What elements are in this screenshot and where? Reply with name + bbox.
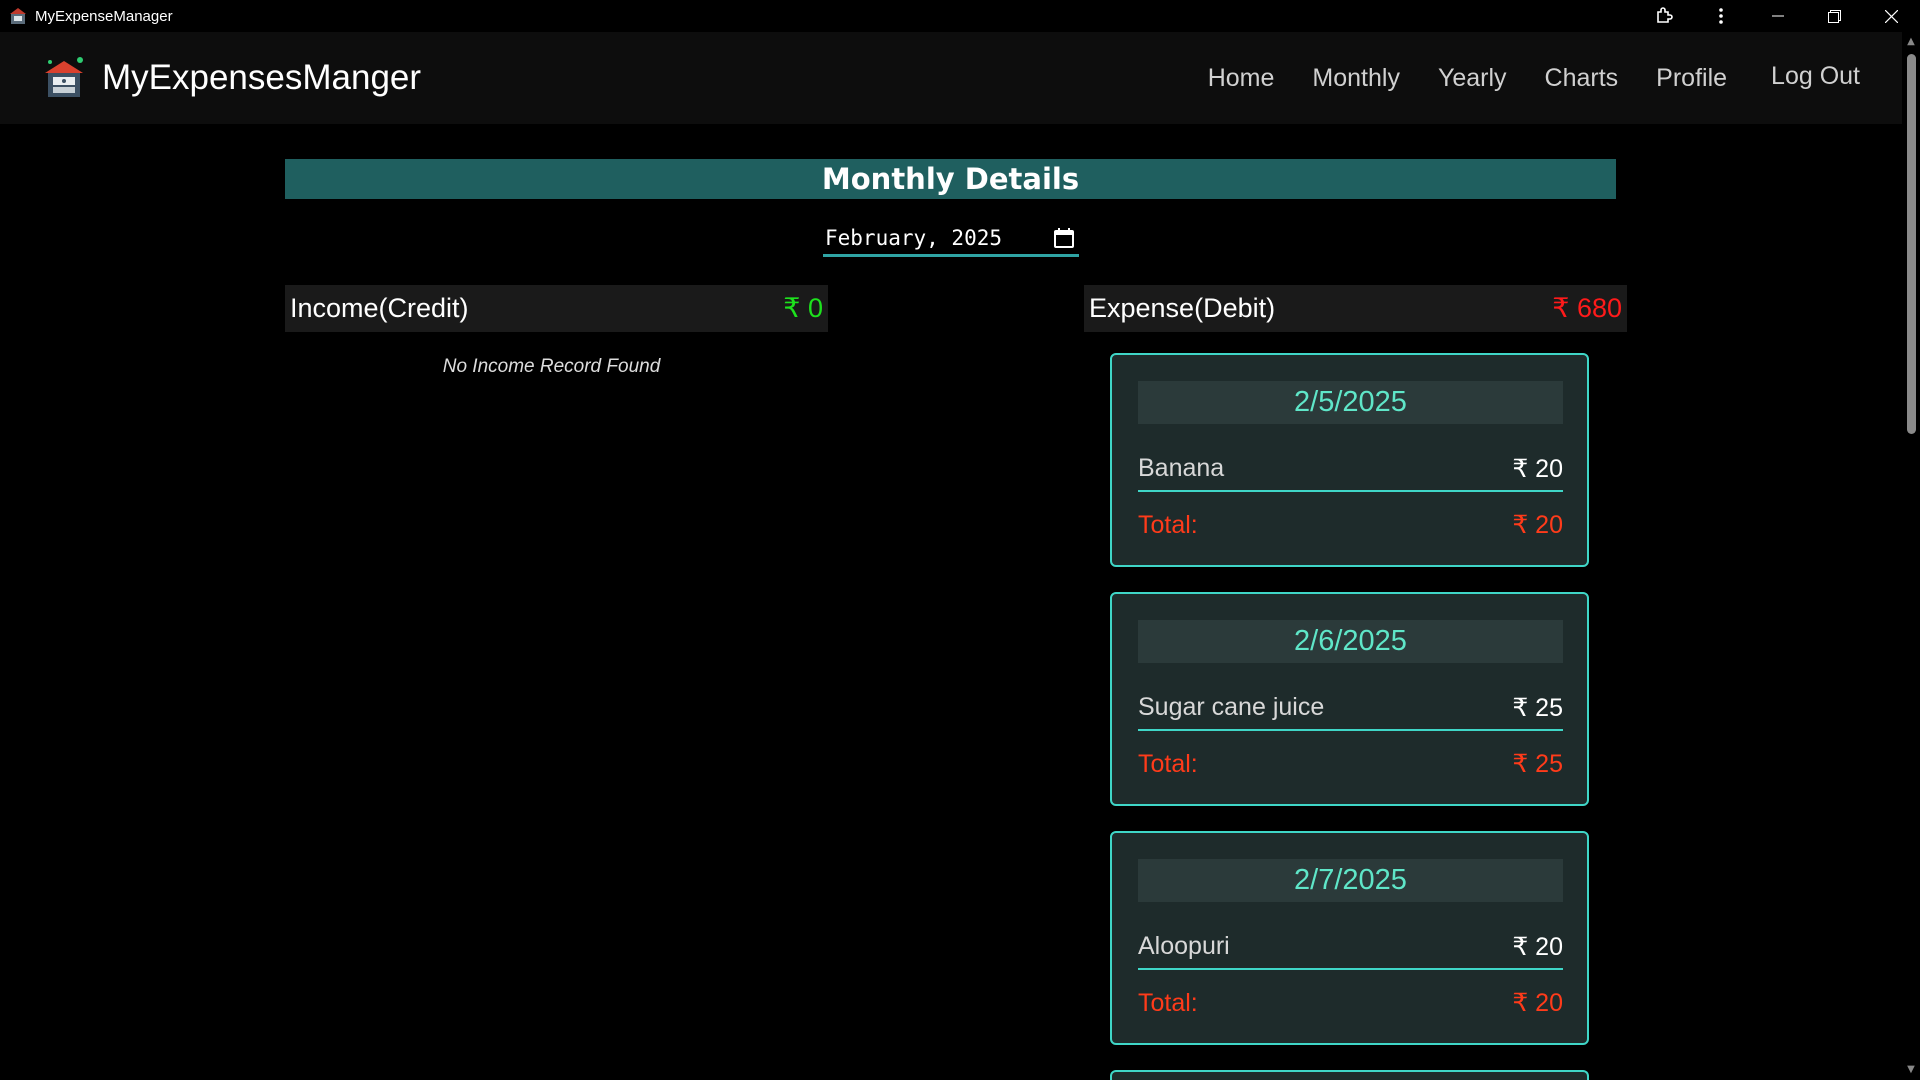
day-total-row: Total: ₹ 20 bbox=[1138, 505, 1563, 545]
expense-item-row: Banana ₹ 20 bbox=[1138, 447, 1563, 492]
expense-item-amount: ₹ 25 bbox=[1512, 693, 1563, 722]
expense-amount: ₹ 680 bbox=[1552, 293, 1622, 323]
window-titlebar: MyExpenseManager bbox=[0, 0, 1920, 32]
expense-item-row: Sugar cane juice ₹ 25 bbox=[1138, 686, 1563, 731]
day-date: 2/6/2025 bbox=[1138, 620, 1563, 663]
day-total-amount: ₹ 25 bbox=[1512, 750, 1563, 778]
window-title: MyExpenseManager bbox=[35, 7, 173, 25]
expense-header: Expense(Debit) ₹ 680 bbox=[1084, 285, 1627, 332]
close-icon[interactable] bbox=[1863, 0, 1920, 32]
nav-yearly[interactable]: Yearly bbox=[1438, 64, 1507, 93]
scroll-up-icon[interactable]: ▲ bbox=[1905, 36, 1917, 48]
day-total-row: Total: ₹ 20 bbox=[1138, 983, 1563, 1023]
income-amount: ₹ 0 bbox=[783, 293, 823, 323]
app-icon bbox=[10, 8, 26, 24]
logo-icon bbox=[45, 57, 83, 97]
scrollbar-thumb[interactable] bbox=[1907, 54, 1916, 434]
expense-item-amount: ₹ 20 bbox=[1512, 454, 1563, 483]
income-header: Income(Credit) ₹ 0 bbox=[285, 285, 828, 332]
expense-day-card: 2/5/2025 Banana ₹ 20 Total: ₹ 20 bbox=[1110, 353, 1589, 567]
expense-item-name: Sugar cane juice bbox=[1138, 693, 1325, 721]
expense-day-card-partial bbox=[1110, 1070, 1589, 1080]
page-title: Monthly Details bbox=[821, 162, 1080, 196]
income-label: Income(Credit) bbox=[290, 293, 469, 323]
restore-icon[interactable] bbox=[1806, 0, 1863, 32]
nav-links: Home Monthly Yearly Charts Profile Log O… bbox=[1170, 32, 1860, 124]
day-date: 2/5/2025 bbox=[1138, 381, 1563, 424]
calendar-icon[interactable] bbox=[1053, 227, 1075, 249]
day-total-amount: ₹ 20 bbox=[1512, 511, 1563, 539]
nav-home[interactable]: Home bbox=[1208, 64, 1275, 93]
day-date: 2/7/2025 bbox=[1138, 859, 1563, 902]
logout-link[interactable]: Log Out bbox=[1771, 62, 1860, 91]
expense-item-name: Aloopuri bbox=[1138, 932, 1230, 960]
navbar: MyExpensesManger Home Monthly Yearly Cha… bbox=[0, 32, 1902, 124]
no-income-message: No Income Record Found bbox=[442, 356, 661, 377]
page-scrollbar[interactable]: ▲ ▼ bbox=[1902, 32, 1920, 1080]
expense-item-name: Banana bbox=[1138, 454, 1225, 482]
day-total-row: Total: ₹ 25 bbox=[1138, 744, 1563, 784]
expense-item-amount: ₹ 20 bbox=[1512, 932, 1563, 961]
minimize-icon[interactable] bbox=[1749, 0, 1806, 32]
nav-charts[interactable]: Charts bbox=[1545, 64, 1619, 93]
expense-item-row: Aloopuri ₹ 20 bbox=[1138, 925, 1563, 970]
extensions-icon[interactable] bbox=[1635, 0, 1692, 32]
more-icon[interactable] bbox=[1692, 0, 1749, 32]
brand-name: MyExpensesManger bbox=[102, 58, 422, 97]
day-total-amount: ₹ 20 bbox=[1512, 989, 1563, 1017]
expense-day-card: 2/7/2025 Aloopuri ₹ 20 Total: ₹ 20 bbox=[1110, 831, 1589, 1045]
brand[interactable]: MyExpensesManger bbox=[42, 56, 421, 100]
expense-label: Expense(Debit) bbox=[1089, 293, 1276, 323]
day-total-label: Total: bbox=[1138, 749, 1198, 778]
day-total-label: Total: bbox=[1138, 510, 1198, 539]
nav-profile[interactable]: Profile bbox=[1656, 64, 1727, 93]
month-value: February, 2025 bbox=[825, 226, 1003, 250]
nav-monthly[interactable]: Monthly bbox=[1312, 64, 1400, 93]
expense-day-card: 2/6/2025 Sugar cane juice ₹ 25 Total: ₹ … bbox=[1110, 592, 1589, 806]
page-heading: Monthly Details bbox=[285, 159, 1616, 199]
month-picker[interactable]: February, 2025 bbox=[823, 222, 1079, 257]
scroll-down-icon[interactable]: ▼ bbox=[1905, 1064, 1917, 1076]
day-total-label: Total: bbox=[1138, 988, 1198, 1017]
